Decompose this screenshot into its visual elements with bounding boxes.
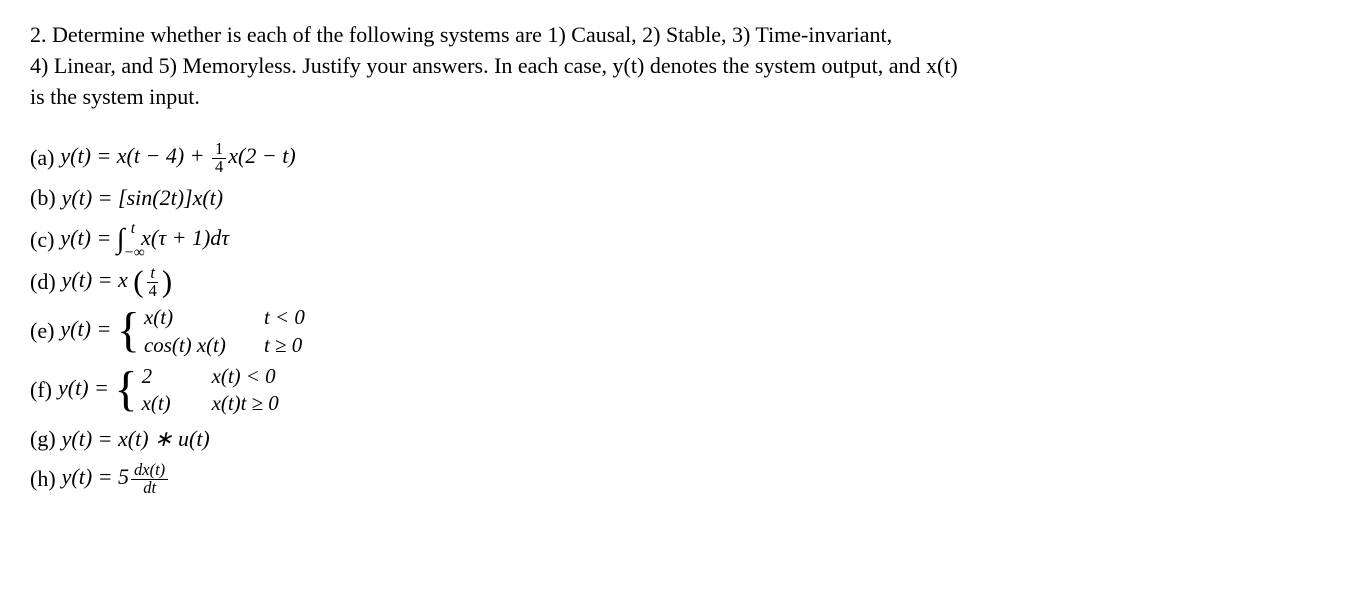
part-a: (a) y(t) = x(t − 4) + 14x(2 − t): [30, 140, 1316, 176]
part-c: (c) y(t) = ∫−∞t x(τ + 1)dτ: [30, 220, 1316, 260]
part-c-label: (c): [30, 225, 54, 256]
piecewise-f: { 2 x(t) < 0 x(t) x(t)t ≥ 0: [114, 363, 278, 417]
part-g: (g) y(t) = x(t) ∗ u(t): [30, 421, 1316, 457]
problem-number: 2.: [30, 22, 47, 47]
case-row: cos(t) x(t) t ≥ 0: [144, 332, 305, 359]
part-g-expr: y(t) = x(t) ∗ u(t): [62, 424, 210, 455]
part-d: (d) y(t) = x (t4): [30, 264, 1316, 300]
part-c-expr: y(t) = ∫−∞t x(τ + 1)dτ: [60, 220, 229, 260]
case-row: 2 x(t) < 0: [142, 363, 279, 390]
intro-line-3: is the system input.: [30, 84, 200, 109]
left-brace-icon: {: [117, 312, 140, 351]
intro-line-1: Determine whether is each of the followi…: [52, 22, 892, 47]
case-row: x(t) x(t)t ≥ 0: [142, 390, 279, 417]
integral-icon: ∫−∞t: [117, 220, 125, 260]
part-e-label: (e): [30, 316, 54, 347]
fraction: t4: [146, 265, 160, 299]
part-f-expr: y(t) = { 2 x(t) < 0 x(t) x(t)t ≥ 0: [58, 363, 279, 417]
right-paren-icon: ): [162, 265, 172, 299]
part-a-label: (a): [30, 143, 54, 174]
part-e: (e) y(t) = { x(t) t < 0 cos(t) x(t) t ≥ …: [30, 304, 1316, 358]
part-f: (f) y(t) = { 2 x(t) < 0 x(t) x(t)t ≥ 0: [30, 363, 1316, 417]
part-d-label: (d): [30, 267, 56, 298]
part-a-expr: y(t) = x(t − 4) + 14x(2 − t): [60, 141, 295, 175]
parts-list: (a) y(t) = x(t − 4) + 14x(2 − t) (b) y(t…: [30, 140, 1316, 497]
problem-intro: 2. Determine whether is each of the foll…: [30, 20, 1316, 112]
part-b: (b) y(t) = [sin(2t)]x(t): [30, 180, 1316, 216]
intro-line-2: 4) Linear, and 5) Memoryless. Justify yo…: [30, 53, 958, 78]
part-h-expr: y(t) = 5dx(t)dt: [62, 462, 171, 496]
part-f-label: (f): [30, 375, 52, 406]
part-h: (h) y(t) = 5dx(t)dt: [30, 461, 1316, 497]
part-b-expr: y(t) = [sin(2t)]x(t): [62, 183, 223, 214]
part-d-expr: y(t) = x (t4): [62, 265, 172, 299]
left-brace-icon: {: [114, 371, 137, 410]
piecewise-e: { x(t) t < 0 cos(t) x(t) t ≥ 0: [117, 304, 305, 358]
part-e-expr: y(t) = { x(t) t < 0 cos(t) x(t) t ≥ 0: [60, 304, 304, 358]
part-b-label: (b): [30, 183, 56, 214]
part-g-label: (g): [30, 424, 56, 455]
fraction: 14: [212, 141, 226, 175]
left-paren-icon: (: [133, 265, 143, 299]
fraction: dx(t)dt: [131, 462, 168, 496]
part-h-label: (h): [30, 464, 56, 495]
case-row: x(t) t < 0: [144, 304, 305, 331]
